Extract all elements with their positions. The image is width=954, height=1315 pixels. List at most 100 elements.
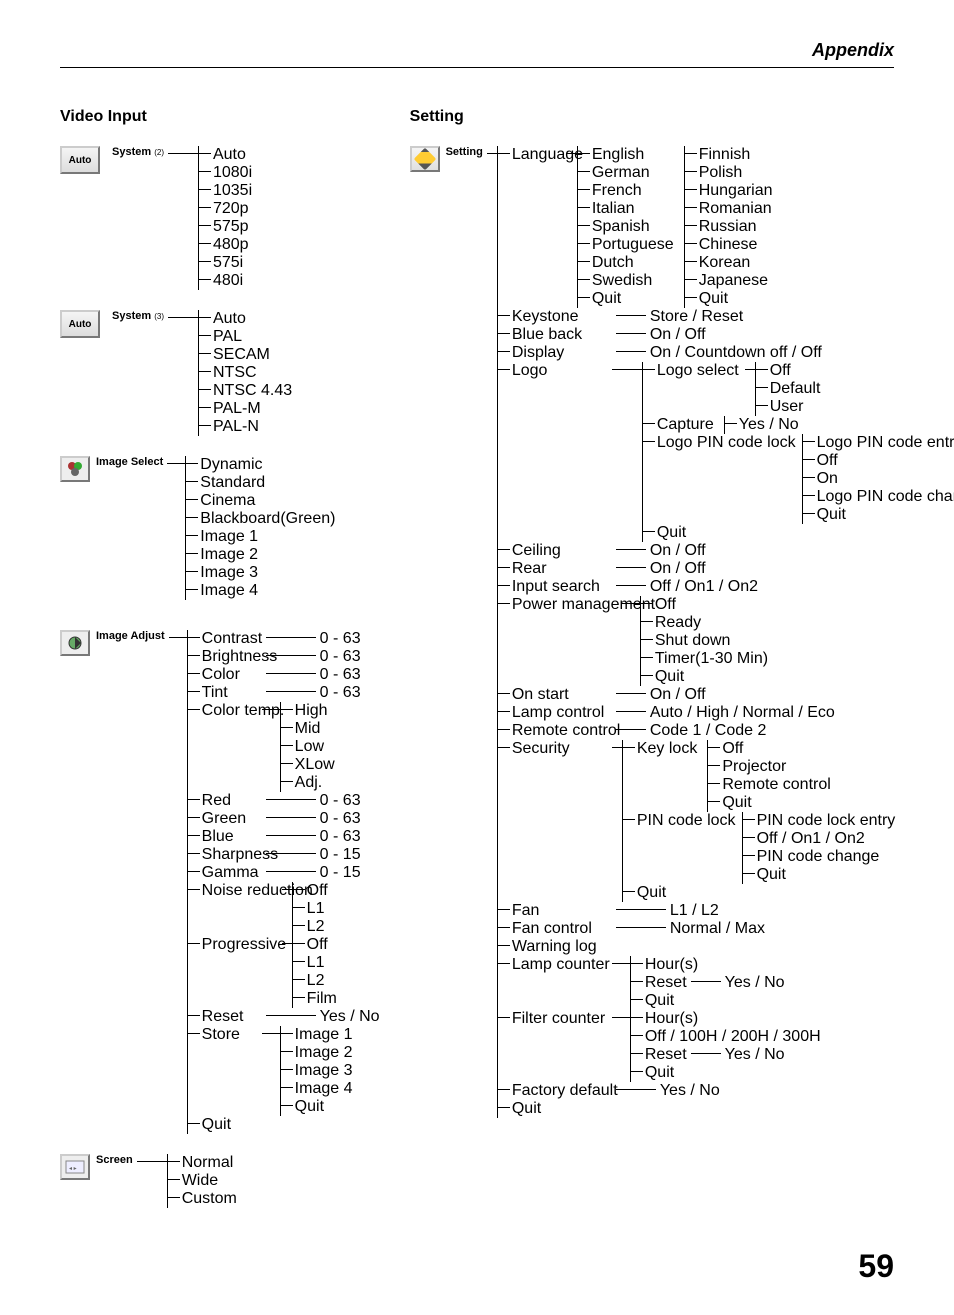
- list-item: Spanish: [578, 218, 674, 236]
- list-item: Image 1: [281, 1026, 353, 1044]
- setting-root: Setting: [446, 146, 483, 158]
- screen-group: ◂ ▸ Screen Normal Wide Custom: [60, 1154, 380, 1208]
- list-item: Quit: [641, 668, 768, 686]
- list-item: Standard: [186, 474, 335, 492]
- list-item: On: [803, 470, 954, 488]
- list-item: English: [578, 146, 674, 164]
- fc-reset: ResetYes / No: [631, 1046, 821, 1064]
- system2-group: Auto System (2) Auto 1080i 1035i 720p 57…: [60, 146, 380, 290]
- list-item: French: [578, 182, 674, 200]
- logopin-item: Logo PIN code lock Logo PIN code entry O…: [643, 434, 954, 524]
- pinlock-item: PIN code lock PIN code lock entry Off / …: [623, 812, 895, 884]
- list-item: Image 2: [186, 546, 335, 564]
- setting-group: Setting Language English German: [410, 146, 954, 1118]
- screen-icon: ◂ ▸: [60, 1154, 90, 1180]
- list-item: Quit: [743, 866, 896, 884]
- page: Appendix Video Input Auto System (2) Aut…: [0, 0, 954, 1315]
- factory-item: Factory defaultYes / No: [498, 1082, 954, 1100]
- list-item: 575i: [199, 254, 252, 272]
- list-item: Ready: [641, 614, 768, 632]
- list-item: Default: [756, 380, 821, 398]
- list-item: NTSC: [199, 364, 292, 382]
- list-item: 480p: [199, 236, 252, 254]
- colortemp-item: Color temp. High Mid Low XLow Adj.: [188, 702, 380, 792]
- video-input-title: Video Input: [60, 108, 380, 126]
- image-adjust-list: Contrast0 - 63 Brightness0 - 63 Color0 -…: [187, 630, 380, 1134]
- list-item: Off: [756, 362, 821, 380]
- list-item: German: [578, 164, 674, 182]
- list-item: Korean: [685, 254, 773, 272]
- list-item: 575p: [199, 218, 252, 236]
- left-column: Video Input Auto System (2) Auto 1080i 1…: [60, 108, 380, 1228]
- adjust-item: Brightness0 - 63: [188, 648, 380, 666]
- adjust-item: Blue0 - 63: [188, 828, 380, 846]
- system3-group: Auto System (3) Auto PAL SECAM NTSC NTSC…: [60, 310, 380, 436]
- adjust-item: Color0 - 63: [188, 666, 380, 684]
- list-item: Chinese: [685, 236, 773, 254]
- list-item: Portuguese: [578, 236, 674, 254]
- list-item: L1: [293, 900, 328, 918]
- screen-label: Screen: [96, 1154, 133, 1166]
- list-item: NTSC 4.43: [199, 382, 292, 400]
- list-item: 480i: [199, 272, 252, 290]
- fan-item: FanL1 / L2: [498, 902, 954, 920]
- list-item: Auto: [199, 310, 292, 328]
- system2-list: Auto 1080i 1035i 720p 575p 480p 575i 480…: [198, 146, 252, 290]
- list-item: Dutch: [578, 254, 674, 272]
- image-adjust-icon: [60, 630, 90, 656]
- screen-list: Normal Wide Custom: [167, 1154, 237, 1208]
- logo-item: Logo Logo select Off Default User: [498, 362, 954, 542]
- list-item: Italian: [578, 200, 674, 218]
- list-item: XLow: [281, 756, 335, 774]
- capture-item: Capture Yes / No: [643, 416, 954, 434]
- list-item: Image 2: [281, 1044, 353, 1062]
- list-item: Quit: [281, 1098, 353, 1116]
- list-item: Japanese: [685, 272, 773, 290]
- list-item: Quit: [631, 992, 785, 1010]
- list-item: PAL-N: [199, 418, 292, 436]
- keystone-item: KeystoneStore / Reset: [498, 308, 954, 326]
- list-item: 1035i: [199, 182, 252, 200]
- display-item: DisplayOn / Countdown off / Off: [498, 344, 954, 362]
- inputsearch-item: Input searchOff / On1 / On2: [498, 578, 954, 596]
- list-item: Projector: [708, 758, 831, 776]
- image-adjust-label: Image Adjust: [96, 630, 165, 642]
- list-item: 720p: [199, 200, 252, 218]
- store-item: Store Image 1 Image 2 Image 3 Image 4 Qu…: [188, 1026, 380, 1116]
- onstart-item: On startOn / Off: [498, 686, 954, 704]
- list-item: Shut down: [641, 632, 768, 650]
- list-item: Quit: [708, 794, 831, 812]
- list-item: Adj.: [281, 774, 335, 792]
- list-item: Quit: [803, 506, 954, 524]
- adjust-item: Contrast0 - 63: [188, 630, 380, 648]
- ceiling-item: CeilingOn / Off: [498, 542, 954, 560]
- filtercounter-item: Filter counter Hour(s) Off / 100H / 200H…: [498, 1010, 954, 1082]
- system3-label: System (3): [112, 310, 164, 322]
- adjust-item: Gamma0 - 15: [188, 864, 380, 882]
- header-title: Appendix: [60, 40, 894, 61]
- list-item: Hour(s): [631, 956, 785, 974]
- quit-item: Quit: [188, 1116, 380, 1134]
- list-item: Quit: [631, 1064, 821, 1082]
- list-item: Finnish: [685, 146, 773, 164]
- list-item: Cinema: [186, 492, 335, 510]
- reset-item: ResetYes / No: [188, 1008, 380, 1026]
- lc-reset: ResetYes / No: [631, 974, 785, 992]
- list-item: Custom: [168, 1190, 237, 1208]
- image-adjust-group: Image Adjust Contrast0 - 63 Brightness0 …: [60, 630, 380, 1134]
- list-item: 1080i: [199, 164, 252, 182]
- auto-box-1: Auto: [60, 146, 100, 174]
- list-item: Image 4: [186, 582, 335, 600]
- list-item: Hungarian: [685, 182, 773, 200]
- columns: Video Input Auto System (2) Auto 1080i 1…: [60, 108, 894, 1228]
- rear-item: RearOn / Off: [498, 560, 954, 578]
- list-item: Russian: [685, 218, 773, 236]
- list-item: L2: [293, 972, 337, 990]
- list-item: Quit: [643, 524, 954, 542]
- svg-text:◂ ▸: ◂ ▸: [69, 1166, 77, 1172]
- lampcounter-item: Lamp counter Hour(s) ResetYes / No Quit: [498, 956, 954, 1010]
- list-item: Quit: [685, 290, 773, 308]
- setting-icon: [410, 146, 440, 172]
- fancontrol-item: Fan controlNormal / Max: [498, 920, 954, 938]
- list-item: PIN code lock entry: [743, 812, 896, 830]
